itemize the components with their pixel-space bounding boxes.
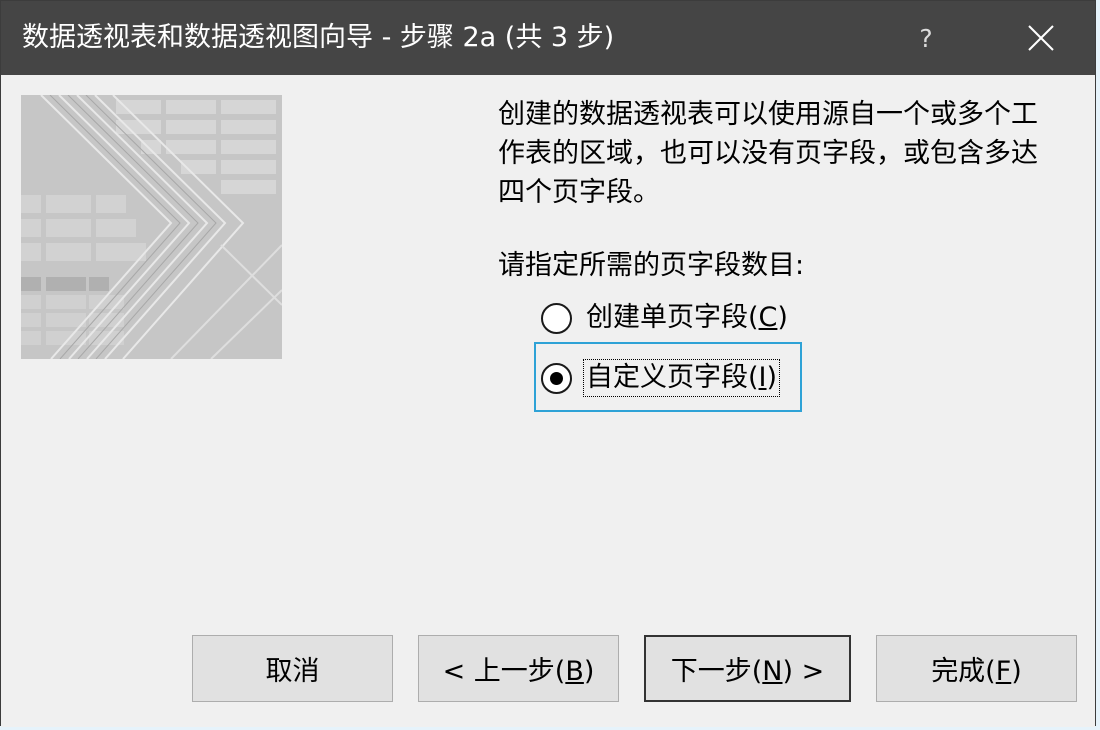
help-icon: ? <box>919 23 933 53</box>
finish-button[interactable]: 完成(F) <box>876 635 1077 702</box>
window-title: 数据透视表和数据透视图向导 - 步骤 2a (共 3 步) <box>22 22 615 53</box>
radio-button-selected[interactable] <box>541 362 572 394</box>
title-bar: 数据透视表和数据透视图向导 - 步骤 2a (共 3 步) ? <box>1 1 1095 75</box>
back-button[interactable]: < 上一步(B) <box>418 635 619 702</box>
radio-selected-dot <box>550 371 563 385</box>
radio-custom-page-field[interactable]: 自定义页字段(I) <box>541 357 781 399</box>
wizard-dialog: 数据透视表和数据透视图向导 - 步骤 2a (共 3 步) ? 创建的数据透视表… <box>0 0 1096 727</box>
radio-label-single-page-field: 创建单页字段(C) <box>586 302 788 333</box>
wizard-description: 创建的数据透视表可以使用源自一个或多个工 作表的区域，也可以没有页字段，或包含多… <box>498 99 1038 208</box>
next-button[interactable]: 下一步(N) > <box>644 635 851 702</box>
cancel-button[interactable]: 取消 <box>192 635 393 702</box>
close-icon <box>1028 25 1054 51</box>
help-button[interactable]: ? <box>893 7 959 69</box>
radio-button-unselected[interactable] <box>541 302 572 334</box>
radio-label-custom-page-field: 自定义页字段(I) <box>582 359 781 397</box>
wizard-illustration <box>21 95 282 359</box>
dialog-body: 创建的数据透视表可以使用源自一个或多个工 作表的区域，也可以没有页字段，或包含多… <box>1 75 1095 727</box>
page-field-prompt: 请指定所需的页字段数目: <box>498 250 805 281</box>
radio-single-page-field[interactable]: 创建单页字段(C) <box>541 297 790 339</box>
close-button[interactable] <box>1003 7 1079 69</box>
